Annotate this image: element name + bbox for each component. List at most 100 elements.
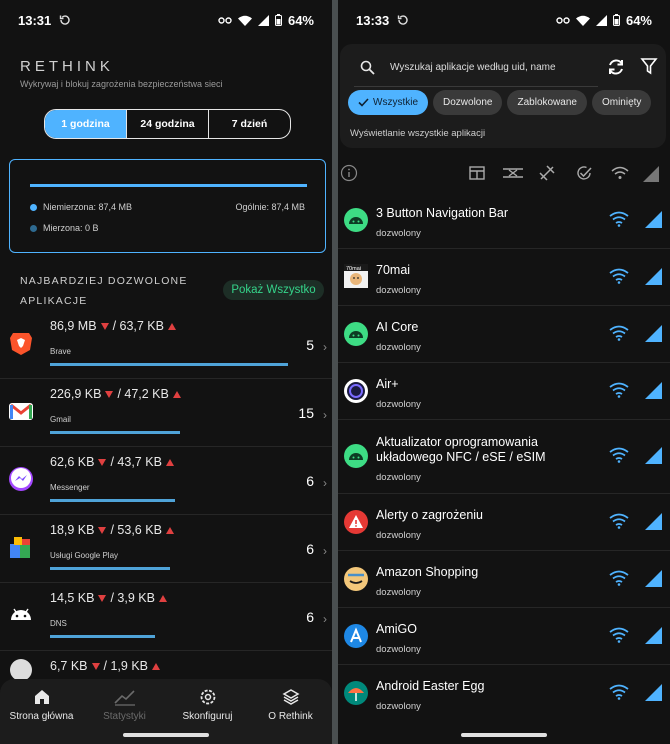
wifi-toggle-icon[interactable] [609, 627, 629, 643]
nav-home[interactable]: Strona główna [0, 679, 83, 744]
filter-icon[interactable] [640, 57, 658, 75]
app-usage-bar [50, 567, 170, 570]
wifi-toggle-icon[interactable] [609, 211, 629, 227]
sync-icon [398, 15, 408, 25]
app-usage-row[interactable]: 62,6 KB / 43,7 KB Messenger 6 › [0, 447, 332, 515]
chevron-right-icon: › [323, 544, 327, 558]
app-list-row[interactable]: 70mai 70mai dozwolony [338, 249, 670, 306]
wifi-column-icon[interactable] [611, 164, 629, 182]
nav-label: O Rethink [268, 711, 313, 722]
rethink-home-screen: 13:31 64% RETHINK Wykrywaj i blokuj zagr… [0, 0, 332, 744]
time-range-1h[interactable]: 1 godzina [45, 110, 126, 138]
app-name: Android Easter Egg [376, 679, 485, 693]
wifi-toggle-icon[interactable] [609, 268, 629, 284]
home-indicator[interactable] [123, 733, 209, 737]
wifi-toggle-icon[interactable] [609, 447, 629, 463]
app-status: dozwolony [376, 530, 421, 541]
mobile-data-toggle-icon[interactable] [645, 447, 662, 464]
search-input[interactable]: Wyszukaj aplikacje według uid, name [390, 62, 556, 73]
android-icon [11, 608, 31, 620]
app-name: Alerty o zagrożeniu [376, 508, 484, 522]
mobile-data-toggle-icon[interactable] [645, 325, 662, 342]
connection-count: 6 [306, 541, 314, 557]
battery-icon [612, 14, 620, 26]
upload-arrow-icon [165, 458, 174, 466]
app-usage-row[interactable]: 86,9 MB / 63,7 KB Brave 5 › [0, 311, 332, 379]
check-circle-icon[interactable] [575, 164, 593, 182]
app-status: dozwolony [376, 644, 421, 655]
app-traffic: 6,7 KB / 1,9 KB [50, 659, 161, 673]
app-status: dozwolony [376, 701, 421, 712]
app-list-row[interactable]: AmiGO dozwolony [338, 608, 670, 665]
mobile-data-toggle-icon[interactable] [645, 382, 662, 399]
app-list-row[interactable]: Amazon Shopping dozwolony [338, 551, 670, 608]
app-list-row[interactable]: Aktualizator oprogramowania układowego N… [338, 420, 670, 494]
connection-count: 6 [306, 609, 314, 625]
app-traffic: 18,9 KB / 53,6 KB [50, 523, 174, 537]
app-usage-bar [50, 499, 175, 502]
chip-label: Wszystkie [373, 97, 418, 108]
app-list-row[interactable]: Air+ dozwolony [338, 363, 670, 420]
wifi-toggle-icon[interactable] [609, 382, 629, 398]
app-usage-row[interactable]: 18,9 KB / 53,6 KB Usługi Google Play 6 › [0, 515, 332, 583]
wifi-toggle-icon[interactable] [609, 325, 629, 341]
check-icon [358, 98, 369, 107]
upload-arrow-icon [158, 594, 167, 602]
app-status: dozwolony [376, 285, 421, 296]
app-list-row[interactable]: Android Easter Egg dozwolony [338, 665, 670, 722]
app-name: Brave [50, 347, 71, 356]
mobile-data-toggle-icon[interactable] [645, 268, 662, 285]
download-arrow-icon [105, 390, 114, 398]
info-icon[interactable] [340, 164, 358, 182]
app-usage-row[interactable]: 226,9 KB / 47,2 KB Gmail 15 › [0, 379, 332, 447]
chip-blocked[interactable]: Zablokowane [507, 90, 587, 115]
apps-grid-icon[interactable] [468, 164, 486, 182]
alert-icon [344, 510, 368, 534]
download-amount: 226,9 KB [50, 387, 102, 401]
filter-panel: Wyszukaj aplikacje według uid, name Wszy… [340, 44, 666, 148]
upload-amount: / 3,9 KB [110, 591, 155, 605]
app-name: 70mai [376, 263, 411, 277]
refresh-icon[interactable] [606, 57, 626, 77]
upload-amount: / 63,7 KB [112, 319, 164, 333]
search-icon[interactable] [360, 60, 375, 75]
download-amount: 62,6 KB [50, 455, 95, 469]
app-traffic: 86,9 MB / 63,7 KB [50, 319, 176, 333]
signal-icon [595, 14, 607, 26]
signal-icon [257, 14, 269, 26]
show-all-button[interactable]: Pokaż Wszystko [223, 280, 324, 300]
time-range-24h[interactable]: 24 godzina [126, 110, 208, 138]
chip-bypassed[interactable]: Ominięty [591, 90, 652, 115]
time-range-toggle: 1 godzina 24 godzina 7 dzień [44, 109, 291, 139]
wifi-toggle-icon[interactable] [609, 570, 629, 586]
app-usage-row[interactable]: 14,5 KB / 3,9 KB DNS 6 › [0, 583, 332, 651]
time-range-7d[interactable]: 7 dzień [208, 110, 290, 138]
app-name: AI Core [376, 320, 419, 334]
mobile-data-column-icon[interactable] [643, 166, 659, 182]
wifi-toggle-icon[interactable] [609, 513, 629, 529]
mobile-data-toggle-icon[interactable] [645, 684, 662, 701]
bypass-icon[interactable] [538, 164, 556, 182]
gmail-icon [9, 403, 33, 420]
air-plus-icon [344, 379, 368, 403]
section-title-line2: APLIKACJE [20, 295, 88, 307]
mobile-data-toggle-icon[interactable] [645, 211, 662, 228]
metered-dot [30, 224, 37, 232]
nav-about[interactable]: O Rethink [249, 679, 332, 744]
sync-icon [60, 15, 70, 25]
wifi-toggle-icon[interactable] [609, 684, 629, 700]
mobile-data-toggle-icon[interactable] [645, 513, 662, 530]
app-traffic: 226,9 KB / 47,2 KB [50, 387, 181, 401]
download-amount: 6,7 KB [50, 659, 88, 673]
vpn-key-icon [218, 16, 232, 24]
chip-allowed[interactable]: Dozwolone [433, 90, 503, 115]
mobile-data-toggle-icon[interactable] [645, 627, 662, 644]
mobile-data-toggle-icon[interactable] [645, 570, 662, 587]
app-list-row[interactable]: 3 Button Navigation Bar dozwolony [338, 192, 670, 249]
disallow-icon[interactable] [502, 164, 524, 182]
svg-text:70mai: 70mai [346, 266, 361, 272]
app-list-row[interactable]: Alerty o zagrożeniu dozwolony [338, 494, 670, 551]
chip-all[interactable]: Wszystkie [348, 90, 428, 115]
home-indicator[interactable] [461, 733, 547, 737]
app-list-row[interactable]: AI Core dozwolony [338, 306, 670, 363]
